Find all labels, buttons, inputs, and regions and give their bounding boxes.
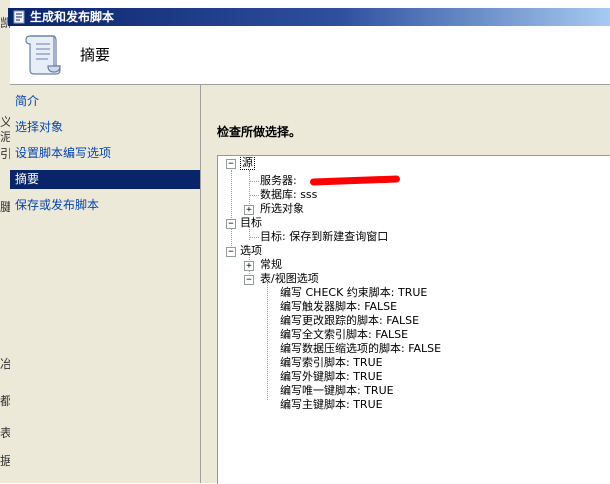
expand-toggle-selected-objects[interactable]: +: [244, 205, 254, 215]
tree-option-item[interactable]: 编写更改跟踪的脚本: FALSE: [280, 314, 419, 328]
tree-node-selected-objects[interactable]: 所选对象: [260, 202, 304, 216]
tree-option-item[interactable]: 编写 CHECK 约束脚本: TRUE: [280, 286, 427, 300]
script-icon: [13, 10, 25, 24]
nav-item-save-publish[interactable]: 保存或发布脚本: [10, 196, 200, 215]
background-left-strip: 凯 义 泥 引 腱 冶 都 表 据: [0, 0, 12, 483]
wizard-content: 检查所做选择。 − 源 服务器: 数据库: sss + 所选对象 − 目标 目标…: [201, 85, 610, 484]
nav-item-scripting-options[interactable]: 设置脚本编写选项: [10, 144, 200, 163]
nav-item-choose-objects[interactable]: 选择对象: [10, 118, 200, 137]
tree-option-item[interactable]: 编写索引脚本: TRUE: [280, 356, 383, 370]
redaction-mark: [309, 175, 401, 186]
tree-option-item[interactable]: 编写数据压缩选项的脚本: FALSE: [280, 342, 441, 356]
wizard-header: 摘要: [10, 26, 610, 85]
wizard-nav: 简介 选择对象 设置脚本编写选项 摘要 保存或发布脚本: [10, 85, 201, 483]
collapse-toggle-options[interactable]: −: [226, 247, 236, 257]
tree-line: [249, 195, 259, 196]
tree-line: [249, 170, 250, 210]
tree-node-server[interactable]: 服务器:: [260, 174, 297, 188]
tree-line: [249, 237, 259, 238]
tree-option-item[interactable]: 编写全文索引脚本: FALSE: [280, 328, 408, 342]
page-title: 摘要: [80, 46, 111, 64]
tree-node-general[interactable]: 常规: [260, 258, 282, 272]
collapse-toggle-target[interactable]: −: [226, 219, 236, 229]
tree-node-options[interactable]: 选项: [240, 244, 262, 258]
window-titlebar[interactable]: 生成和发布脚本: [8, 8, 610, 26]
tree-line: [249, 181, 259, 182]
tree-option-item[interactable]: 编写主键脚本: TRUE: [280, 398, 383, 412]
script-scroll-icon: [25, 35, 61, 75]
tree-option-item[interactable]: 编写触发器脚本: FALSE: [280, 300, 397, 314]
background-top: [0, 0, 610, 8]
tree-node-table-view-options[interactable]: 表/视图选项: [260, 272, 319, 286]
nav-item-summary[interactable]: 摘要: [10, 170, 200, 189]
expand-toggle-general[interactable]: +: [244, 261, 254, 271]
tree-node-target[interactable]: 目标: [240, 216, 262, 230]
tree-node-target-destination[interactable]: 目标: 保存到新建查询窗口: [260, 230, 388, 244]
tree-line: [231, 170, 232, 256]
tree-node-database[interactable]: 数据库: sss: [260, 188, 317, 202]
tree-node-source[interactable]: 源: [240, 156, 255, 170]
nav-item-intro[interactable]: 简介: [10, 92, 200, 111]
collapse-toggle-table-view[interactable]: −: [244, 275, 254, 285]
summary-tree[interactable]: − 源 服务器: 数据库: sss + 所选对象 − 目标 目标: 保存到新建查…: [217, 155, 610, 484]
tree-option-item[interactable]: 编写唯一键脚本: TRUE: [280, 384, 394, 398]
tree-option-item[interactable]: 编写外键脚本: TRUE: [280, 370, 383, 384]
collapse-toggle-source[interactable]: −: [226, 159, 236, 169]
tree-line: [267, 282, 268, 400]
window-title: 生成和发布脚本: [30, 10, 115, 24]
tree-node-label: 源: [240, 156, 255, 170]
content-heading: 检查所做选择。: [217, 125, 302, 139]
